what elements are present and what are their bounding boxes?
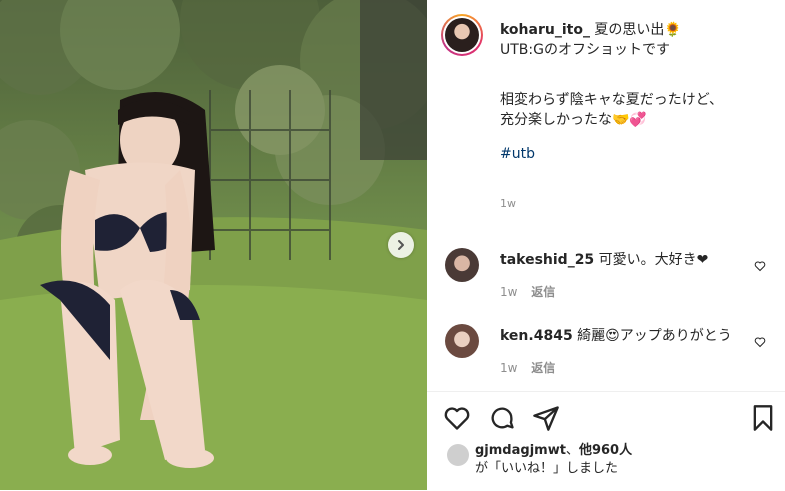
post-actions-bar: gjmdagjmwt、他960人 が「いいね！」しました	[427, 391, 785, 491]
caption-line-4: 充分楽しかったな🤝💞	[500, 112, 647, 128]
comment-like-heart-icon[interactable]	[754, 336, 766, 348]
paper-plane-icon[interactable]	[532, 404, 560, 432]
post-photo[interactable]	[0, 0, 427, 490]
comment-text: 綺麗😍アップありがとう	[577, 328, 732, 344]
post-time: 1w	[500, 197, 516, 210]
instagram-post: koharu_ito_ 夏の思い出🌻 UTB:Gのオフショットです 相変わらず陰…	[0, 0, 785, 490]
caption-line-1: 夏の思い出🌻	[594, 22, 682, 38]
comment-icon[interactable]	[488, 404, 516, 432]
caption-hashtag[interactable]: #utb	[500, 144, 770, 164]
owner-username[interactable]: koharu_ito_	[500, 22, 590, 38]
bookmark-icon[interactable]	[749, 404, 777, 432]
owner-avatar[interactable]	[441, 14, 483, 56]
caption-line-3: 相変わらず陰キャな夏だったけど、	[500, 92, 724, 108]
liker-username[interactable]: gjmdagjmwt	[475, 443, 566, 458]
likes-suffix: が「いいね！」しました	[475, 461, 619, 476]
post-side-panel: koharu_ito_ 夏の思い出🌻 UTB:Gのオフショットです 相変わらず陰…	[427, 0, 785, 490]
comment-item: takeshid_25 可愛い。大好き❤ 1w 返信	[500, 250, 740, 302]
reply-button[interactable]: 返信	[531, 285, 555, 299]
comments-scroll-area[interactable]: koharu_ito_ 夏の思い出🌻 UTB:Gのオフショットです 相変わらず陰…	[427, 0, 785, 391]
liker-avatar[interactable]	[447, 444, 469, 466]
comment-username[interactable]: takeshid_25	[500, 252, 594, 268]
likes-separator: 、	[565, 443, 579, 458]
comment-item: ken.4845 綺麗😍アップありがとう 1w 返信	[500, 326, 740, 378]
next-photo-button[interactable]	[388, 232, 414, 258]
caption-line-2: UTB:Gのオフショットです	[500, 42, 670, 58]
comment-time: 1w	[500, 361, 518, 375]
likes-others[interactable]: 他960人	[579, 443, 632, 458]
comment-time: 1w	[500, 285, 518, 299]
chevron-right-icon	[398, 240, 404, 250]
heart-icon[interactable]	[443, 404, 471, 432]
comment-avatar[interactable]	[445, 324, 479, 358]
comment-like-heart-icon[interactable]	[754, 260, 766, 272]
comment-avatar[interactable]	[445, 248, 479, 282]
reply-button[interactable]: 返信	[531, 361, 555, 375]
comment-username[interactable]: ken.4845	[500, 328, 573, 344]
comment-text: 可愛い。大好き❤	[598, 252, 709, 268]
likes-summary: gjmdagjmwt、他960人 が「いいね！」しました	[475, 442, 632, 478]
post-image	[0, 0, 427, 490]
post-caption: koharu_ito_ 夏の思い出🌻 UTB:Gのオフショットです 相変わらず陰…	[500, 20, 770, 214]
